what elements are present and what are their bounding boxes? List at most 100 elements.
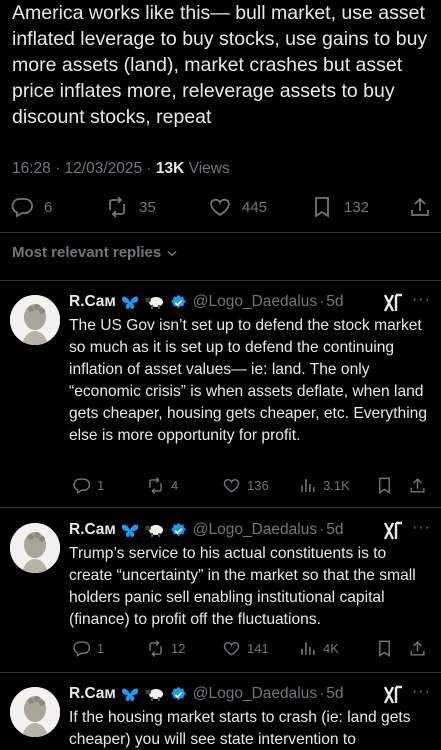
sheep-icon [144,686,166,702]
reply-button[interactable]: 1 [72,473,104,497]
dot-separator: · [319,521,325,538]
author-handle[interactable]: @Logo_Daedalus [193,521,317,539]
avatar[interactable] [10,295,60,345]
reply-header: R.Caм @Logo_Daedalus · 5d [69,683,344,705]
bookmark-button[interactable] [375,473,400,497]
share-icon [411,197,429,216]
verified-badge-icon [170,522,187,539]
sheep-icon [144,294,166,310]
repost-button[interactable]: 12 [146,636,185,660]
bookmark-count: 132 [344,198,370,216]
like-count: 445 [242,198,268,216]
bookmark-icon [379,477,390,494]
reply-actions: 1 12 141 4K [0,636,441,660]
views-chart-icon [301,641,315,655]
reply-header: R.Caм @Logo_Daedalus · 5d [69,291,344,313]
chevron-down-icon [167,250,177,256]
reply-item[interactable]: R.Caм @Logo_Daedalus · 5d ··· The US Gov… [0,291,441,506]
author-name[interactable]: R.Caм [69,685,116,703]
like-button[interactable]: 136 [222,473,269,497]
author-name[interactable]: R.Caм [69,521,116,539]
repost-button[interactable]: 35 [105,190,156,224]
like-count: 136 [247,477,269,493]
author-name[interactable]: R.Caм [69,293,116,311]
author-handle[interactable]: @Logo_Daedalus [193,293,317,311]
reply-header: R.Caм @Logo_Daedalus · 5d [69,519,344,541]
reply-icon [73,640,91,657]
avatar[interactable] [10,687,60,737]
dot-separator: · [319,685,325,702]
avatar[interactable] [10,523,60,573]
more-options-icon[interactable]: ··· [412,291,431,309]
heart-icon [223,478,240,493]
share-button[interactable] [408,190,441,224]
reply-time[interactable]: 5d [326,293,343,311]
views-count: 3.1K [323,477,350,493]
share-icon [410,477,425,493]
bookmark-icon [315,197,329,218]
heart-icon [210,198,230,217]
like-button[interactable]: 445 [208,190,267,224]
butterfly-icon [120,686,140,702]
divider [0,280,441,281]
reply-count: 6 [44,198,53,216]
post-time[interactable]: 16:28 · 12/03/2025 · [12,160,156,177]
divider [0,232,441,233]
author-handle[interactable]: @Logo_Daedalus [193,685,317,703]
reply-time[interactable]: 5d [326,685,343,703]
reply-time[interactable]: 5d [326,521,343,539]
post-text: America works like this— bull market, us… [12,2,428,128]
reply-actions: 1 4 136 3.1K [0,473,441,497]
more-options-icon[interactable]: ··· [412,519,431,537]
bust-avatar-icon [10,523,60,573]
post-actions: 6 35 445 132 [0,190,441,224]
repost-count: 4 [171,477,179,493]
butterfly-icon [120,522,140,538]
reply-text: Trump’s service to his actual constituen… [69,545,416,628]
bust-avatar-icon [10,295,60,345]
like-count: 141 [247,640,269,656]
repost-count: 12 [171,640,186,656]
reply-item[interactable]: R.Caм @Logo_Daedalus · 5d ··· If the hou… [0,683,441,750]
sheep-icon [144,522,166,538]
like-button[interactable]: 141 [222,636,269,660]
reply-icon [11,198,33,218]
views-button[interactable]: 4K [298,636,339,660]
repost-count: 35 [139,198,156,216]
bookmark-button[interactable]: 132 [310,190,369,224]
reply-count: 1 [97,477,105,493]
views-chart-icon [301,478,315,492]
bust-avatar-icon [10,687,60,737]
butterfly-icon [120,294,140,310]
replies-sort-label: Most relevant replies [12,244,162,261]
bookmark-icon [379,640,390,657]
verified-badge-icon [170,294,187,311]
views-count: 13K [155,160,185,177]
views-count: 4K [323,640,339,656]
replies-sort-dropdown[interactable]: Most relevant replies [12,244,179,261]
bookmark-button[interactable] [375,636,400,660]
post-meta: 16:28 · 12/03/2025 · 13K Views [12,160,230,178]
reply-count: 1 [97,640,105,656]
reply-item[interactable]: R.Caм @Logo_Daedalus · 5d ··· Trump’s se… [0,519,441,679]
reply-button[interactable]: 1 [72,636,104,660]
verified-badge-icon [170,686,187,703]
repost-icon [109,196,125,218]
reply-text: If the housing market starts to crash (i… [69,709,411,748]
dot-separator: · [319,293,325,310]
share-icon [410,640,425,656]
views-label: Views [184,160,230,177]
share-button[interactable] [408,636,433,660]
divider [0,672,441,673]
repost-icon [149,476,162,494]
more-options-icon[interactable]: ··· [412,683,431,701]
heart-icon [223,641,240,656]
share-button[interactable] [408,473,433,497]
reply-icon [73,477,91,494]
reply-button[interactable]: 6 [10,190,52,224]
views-button[interactable]: 3.1K [298,473,350,497]
repost-icon [149,639,162,657]
divider [0,507,441,508]
reply-text: The US Gov isn’t set up to defend the st… [69,317,428,444]
repost-button[interactable]: 4 [146,473,178,497]
